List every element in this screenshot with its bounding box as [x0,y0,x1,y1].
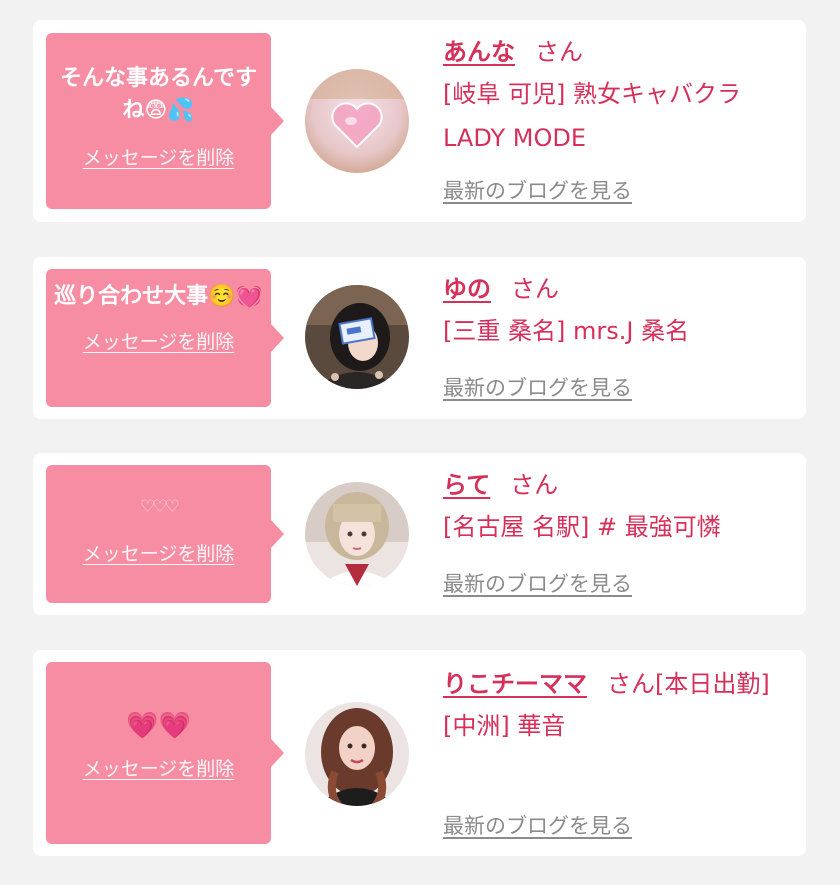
sender-name-link[interactable]: りこチーママ [443,670,587,698]
message-card: そんな事あるんですね😨💦 メッセージを削除 あんな さん [岐阜 可児] 熟女キャ… [33,20,806,222]
message-text: ♡♡♡ [140,497,180,517]
smiling-face-heart-emoji-icon: ☺️💓 [208,284,263,309]
sender-name-link[interactable]: らて [443,471,490,499]
brunette-woman-photo-icon [305,702,409,806]
message-bubble: 💗💗 メッセージを削除 [46,662,284,844]
blonde-girl-photo-icon [305,482,409,586]
girl-with-card-photo-icon [305,285,409,389]
shop-location: [三重 桑名] mrs.J 桑名 [443,317,690,345]
shop-name: LADY MODE [443,124,587,152]
message-text: 💗💗 [126,711,191,741]
sender-info: ゆの さん [三重 桑名] mrs.J 桑名 最新のブログを見る [443,269,786,400]
sender-info: あんな さん [岐阜 可児] 熟女キャバクラ LADY MODE 最新のブログを見… [443,32,786,203]
sender-info: りこチーママ さん[本日出勤] [中洲] 華音 最新のブログを見る [443,664,786,838]
message-text: そんな事あるんですね😨💦 [60,66,257,123]
honorific-label: さん [510,471,559,499]
name-row: りこチーママ さん[本日出勤] [443,664,786,704]
message-card: 巡り合わせ大事☺️💓 メッセージを削除 ゆの さん [三重 桑名] mrs.J 桑… [33,257,806,419]
avatar[interactable] [305,285,409,389]
latest-blog-link[interactable]: 最新のブログを見る [443,372,632,402]
message-text: 巡り合わせ大事☺️💓 [54,284,263,309]
message-card: 💗💗 メッセージを削除 りこチーママ さん[本日出勤] [中洲] 華音 最新のブロ… [33,650,806,856]
message-bubble: ♡♡♡ メッセージを削除 [46,465,284,603]
sender-name-link[interactable]: あんな [443,38,515,66]
avatar[interactable] [305,482,409,586]
pink-heart-photo-icon [305,69,409,173]
shop-location: [名古屋 名駅] # 最強可憐 [443,513,721,541]
latest-blog-link[interactable]: 最新のブログを見る [443,175,632,205]
fearful-face-sweat-emoji-icon: 😨💦 [144,98,195,123]
latest-blog-link[interactable]: 最新のブログを見る [443,810,632,840]
delete-message-link[interactable]: メッセージを削除 [83,539,235,566]
delete-message-link[interactable]: メッセージを削除 [83,143,235,170]
message-card: ♡♡♡ メッセージを削除 らて さん [名古屋 名駅] # 最強可憐 最新のブログ… [33,453,806,615]
message-bubble: そんな事あるんですね😨💦 メッセージを削除 [46,33,284,209]
delete-message-link[interactable]: メッセージを削除 [83,327,235,354]
message-bubble: 巡り合わせ大事☺️💓 メッセージを削除 [46,269,284,407]
honorific-label: さん [607,670,655,698]
shop-location: [岐阜 可児] 熟女キャバクラ [443,80,741,108]
honorific-label: さん [535,38,583,66]
sender-name-link[interactable]: ゆの [443,275,491,303]
latest-blog-link[interactable]: 最新のブログを見る [443,568,632,598]
avatar[interactable] [305,702,409,806]
avatar[interactable] [305,69,409,173]
delete-message-link[interactable]: メッセージを削除 [83,754,235,781]
attendance-status: [本日出勤] [655,670,770,698]
honorific-label: さん [511,275,559,303]
shop-location: [中洲] 華音 [443,712,566,740]
sender-info: らて さん [名古屋 名駅] # 最強可憐 最新のブログを見る [443,465,786,596]
